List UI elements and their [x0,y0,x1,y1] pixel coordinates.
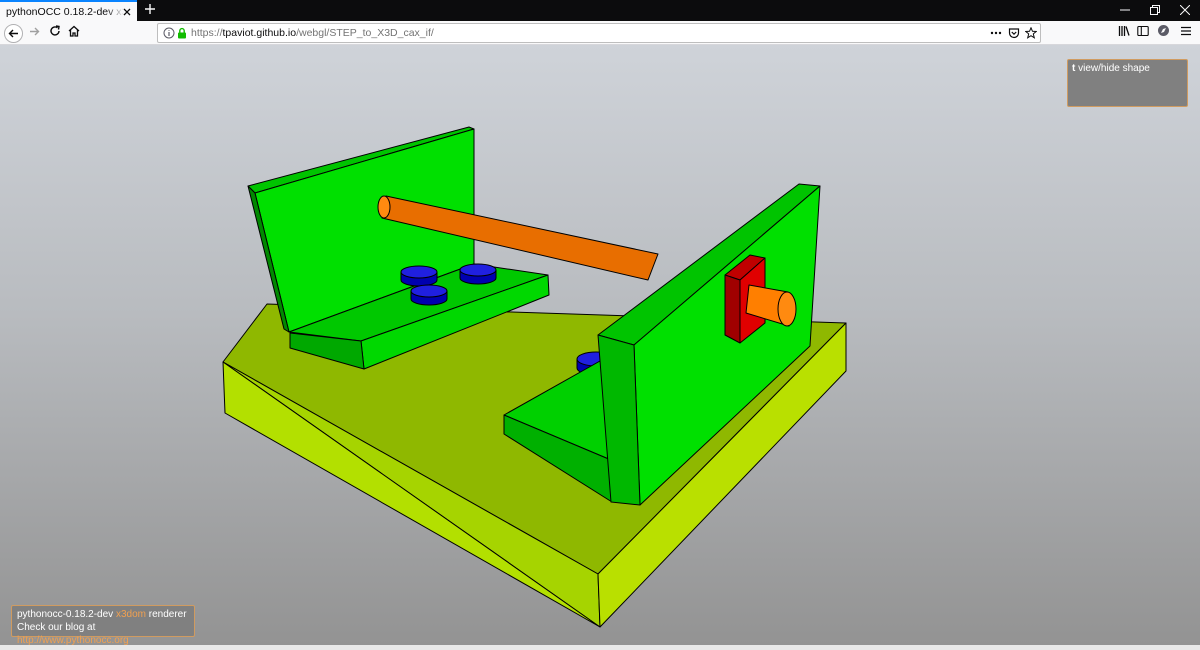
back-arrow-icon [3,23,23,43]
forward-button[interactable] [26,21,42,45]
toggle-shape-panel[interactable]: t view/hide shape [1067,59,1188,107]
blog-link[interactable]: http://www.pythonocc.org [17,635,129,645]
sync-button[interactable] [1154,21,1172,45]
blog-label: Check our blog at [17,622,96,633]
forward-arrow-icon [29,24,40,42]
info-line-2: Check our blog at http://www.pythonocc.o… [17,621,189,645]
lock-icon[interactable] [175,26,189,40]
bolt-head [410,284,448,306]
renderer-info: pythonocc-0.18.2-dev x3dom renderer Chec… [11,605,195,645]
close-icon [1179,2,1191,20]
new-tab-button[interactable] [137,0,163,21]
sync-icon [1157,24,1170,42]
home-icon [68,24,80,42]
url-host: tpaviot.github.io [222,27,297,39]
library-icon [1118,24,1130,42]
more-icon[interactable] [989,26,1003,40]
minimize-icon [1120,2,1130,20]
reload-icon [49,24,61,42]
restore-icon [1150,2,1160,20]
x3d-viewport[interactable]: t view/hide shape pythonocc-0.18.2-dev x… [0,45,1200,645]
info-prefix: pythonocc-0.18.2-dev [17,609,116,620]
info-line-1: pythonocc-0.18.2-dev x3dom renderer [17,608,189,621]
toggle-label: view/hide shape [1075,63,1150,74]
url-text: https://tpaviot.github.io/webgl/STEP_to_… [191,27,434,39]
bolt-head [400,265,438,287]
library-button[interactable] [1115,21,1133,45]
window-controls [1110,0,1200,21]
menu-button[interactable] [1176,21,1196,45]
window-bottom-edge [0,645,1200,650]
restore-button[interactable] [1140,0,1170,21]
sidebar-icon [1137,24,1149,42]
x3dom-label: x3dom [115,609,146,620]
url-path: /webgl/STEP_to_X3D_cax_if/ [296,27,434,39]
menu-icon [1180,24,1192,42]
tab-title: pythonOCC 0.18.2-dev x3dom renderer [6,5,124,18]
minimize-button[interactable] [1110,0,1140,21]
url-prefix: https:// [191,27,223,39]
close-window-button[interactable] [1170,0,1200,21]
cad-scene[interactable] [0,45,1200,645]
back-button[interactable] [2,21,24,45]
info-icon[interactable] [162,26,176,40]
close-icon[interactable] [121,5,133,17]
tab-strip: pythonOCC 0.18.2-dev x3dom renderer [0,0,1200,21]
bolt-head [459,263,497,285]
sidebar-button[interactable] [1134,21,1152,45]
navigation-toolbar: https://tpaviot.github.io/webgl/STEP_to_… [0,21,1200,45]
plus-icon [144,2,156,20]
reload-button[interactable] [46,21,64,45]
home-button[interactable] [65,21,83,45]
bookmark-star-icon[interactable] [1024,26,1038,40]
url-bar[interactable]: https://tpaviot.github.io/webgl/STEP_to_… [157,23,1041,43]
pocket-icon[interactable] [1007,26,1021,40]
browser-tab[interactable]: pythonOCC 0.18.2-dev x3dom renderer [0,0,137,21]
info-suffix: renderer [145,609,187,620]
